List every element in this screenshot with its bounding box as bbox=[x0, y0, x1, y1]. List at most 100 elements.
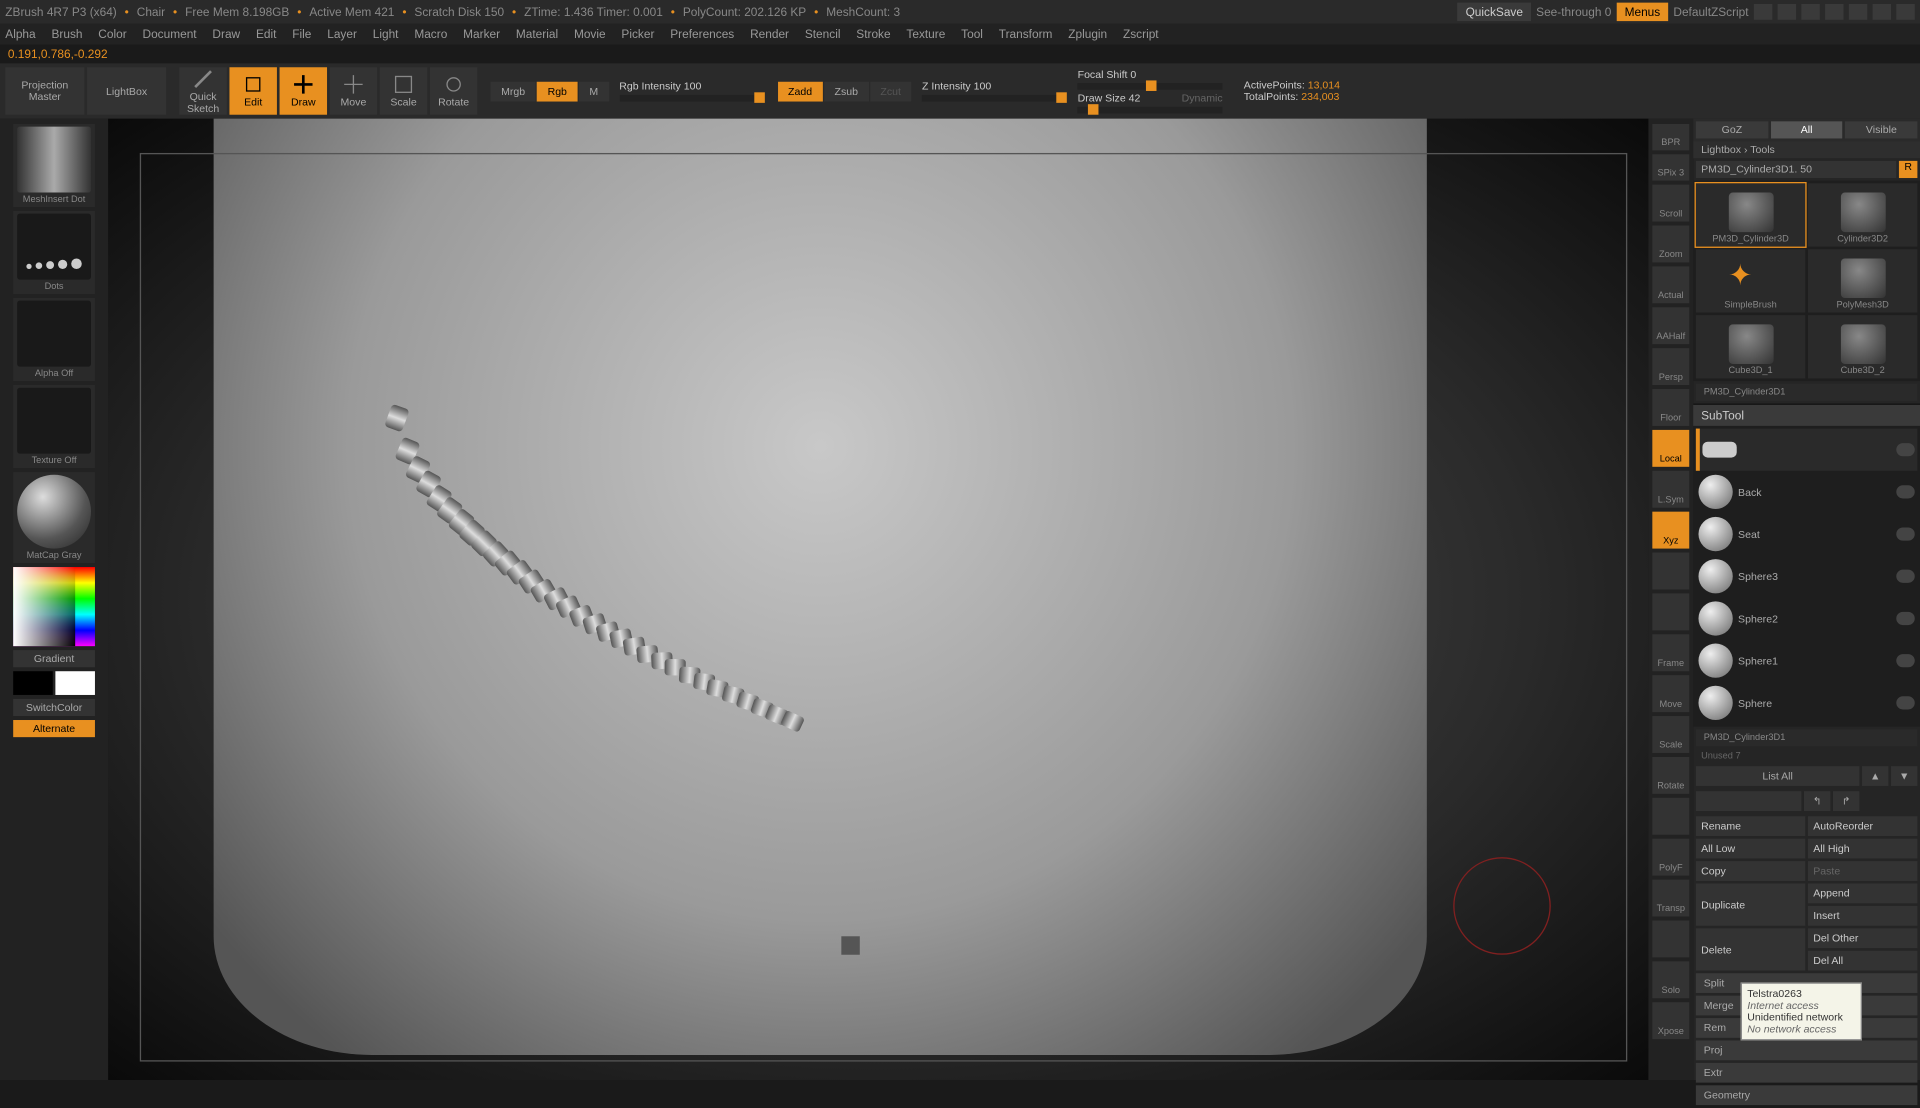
menus-toggle[interactable]: Menus bbox=[1617, 3, 1668, 21]
tool-item[interactable]: Cube3D_2 bbox=[1808, 315, 1917, 378]
project-header[interactable]: Proj bbox=[1696, 1040, 1918, 1060]
stroke-slot[interactable]: Dots bbox=[13, 211, 95, 294]
quick-sketch-button[interactable]: Quick Sketch bbox=[179, 67, 226, 114]
nav-button[interactable] bbox=[1652, 553, 1689, 590]
L.Sym-button[interactable]: L.Sym bbox=[1652, 471, 1689, 508]
visible-button[interactable]: Visible bbox=[1845, 121, 1917, 138]
rgb-intensity-slider[interactable] bbox=[619, 95, 764, 102]
default-zscript[interactable]: DefaultZScript bbox=[1673, 5, 1748, 18]
Move-button[interactable]: Move bbox=[1652, 675, 1689, 712]
subtool-item[interactable]: Sphere2 bbox=[1696, 597, 1918, 639]
Xyz-button[interactable]: Xyz bbox=[1652, 512, 1689, 549]
Frame-button[interactable]: Frame bbox=[1652, 634, 1689, 671]
menu-zplugin[interactable]: Zplugin bbox=[1068, 28, 1107, 41]
subtool-item[interactable] bbox=[1696, 429, 1918, 471]
z-intensity-slider[interactable] bbox=[922, 95, 1067, 102]
append-button[interactable]: Append bbox=[1808, 884, 1917, 904]
menu-edit[interactable]: Edit bbox=[256, 28, 276, 41]
Persp-button[interactable]: Persp bbox=[1652, 348, 1689, 385]
BPR-button[interactable]: BPR bbox=[1652, 124, 1689, 150]
AAHalf-button[interactable]: AAHalf bbox=[1652, 307, 1689, 344]
rotate-button[interactable]: Rotate bbox=[430, 67, 477, 114]
goz-button[interactable]: GoZ bbox=[1696, 121, 1768, 138]
tool-name-field[interactable]: PM3D_Cylinder3D1. 50 bbox=[1696, 161, 1896, 178]
arrow-icon[interactable]: ↰ bbox=[1804, 791, 1830, 811]
menu-transform[interactable]: Transform bbox=[999, 28, 1053, 41]
Transp-button[interactable]: Transp bbox=[1652, 880, 1689, 917]
delete-button[interactable]: Delete bbox=[1696, 928, 1805, 970]
lightbox-button[interactable]: LightBox bbox=[87, 67, 166, 114]
arrow-up-icon[interactable]: ▲ bbox=[1862, 766, 1888, 786]
viewport[interactable] bbox=[108, 119, 1648, 1080]
Rotate-button[interactable]: Rotate bbox=[1652, 757, 1689, 794]
nav-button[interactable] bbox=[1652, 798, 1689, 835]
del-all-button[interactable]: Del All bbox=[1808, 951, 1917, 971]
menu-alpha[interactable]: Alpha bbox=[5, 28, 35, 41]
focal-shift-slider[interactable] bbox=[1078, 83, 1223, 90]
all-high-button[interactable]: All High bbox=[1808, 839, 1917, 859]
menu-draw[interactable]: Draw bbox=[212, 28, 240, 41]
color-swatch-black[interactable] bbox=[13, 671, 53, 695]
quicksave-button[interactable]: QuickSave bbox=[1458, 3, 1531, 21]
gradient-button[interactable]: Gradient bbox=[13, 650, 95, 667]
duplicate-button[interactable]: Duplicate bbox=[1696, 884, 1805, 926]
nav-button[interactable] bbox=[1652, 593, 1689, 630]
arrow-icon[interactable]: ↱ bbox=[1833, 791, 1859, 811]
insert-button[interactable]: Insert bbox=[1808, 906, 1917, 926]
menu-marker[interactable]: Marker bbox=[463, 28, 500, 41]
menu-picker[interactable]: Picker bbox=[621, 28, 654, 41]
edit-button[interactable]: Edit bbox=[229, 67, 276, 114]
material-slot[interactable]: MatCap Gray bbox=[13, 472, 95, 563]
menu-stencil[interactable]: Stencil bbox=[805, 28, 841, 41]
paste-button[interactable]: Paste bbox=[1808, 861, 1917, 881]
move-button[interactable]: Move bbox=[330, 67, 377, 114]
menu-light[interactable]: Light bbox=[373, 28, 399, 41]
m-button[interactable]: M bbox=[579, 81, 609, 101]
minimize-icon[interactable] bbox=[1849, 4, 1867, 20]
Zoom-button[interactable]: Zoom bbox=[1652, 225, 1689, 262]
rename-button[interactable]: Rename bbox=[1696, 816, 1805, 836]
Solo-button[interactable]: Solo bbox=[1652, 961, 1689, 998]
window-icon[interactable] bbox=[1801, 4, 1819, 20]
window-icon[interactable] bbox=[1754, 4, 1772, 20]
subtool-item[interactable]: Sphere bbox=[1696, 682, 1918, 724]
lightbox-crumb[interactable]: Lightbox › Tools bbox=[1693, 141, 1920, 158]
all-button[interactable]: All bbox=[1771, 121, 1843, 138]
menu-texture[interactable]: Texture bbox=[906, 28, 945, 41]
projection-master-button[interactable]: Projection Master bbox=[5, 67, 84, 114]
draw-size-slider[interactable] bbox=[1078, 107, 1223, 114]
subtool-item[interactable]: Seat bbox=[1696, 513, 1918, 555]
Scale-button[interactable]: Scale bbox=[1652, 716, 1689, 753]
menu-movie[interactable]: Movie bbox=[574, 28, 606, 41]
close-icon[interactable] bbox=[1896, 4, 1914, 20]
menu-brush[interactable]: Brush bbox=[51, 28, 82, 41]
subtool-item[interactable]: Sphere3 bbox=[1696, 555, 1918, 597]
menu-material[interactable]: Material bbox=[516, 28, 558, 41]
subtool-item[interactable]: Back bbox=[1696, 471, 1918, 513]
all-low-button[interactable]: All Low bbox=[1696, 839, 1805, 859]
autoreorder-button[interactable]: AutoReorder bbox=[1808, 816, 1917, 836]
menu-zscript[interactable]: Zscript bbox=[1123, 28, 1159, 41]
SPix 3-button[interactable]: SPix 3 bbox=[1652, 154, 1689, 180]
menu-document[interactable]: Document bbox=[143, 28, 197, 41]
subtool-item[interactable]: Sphere1 bbox=[1696, 640, 1918, 682]
tool-item[interactable]: PolyMesh3D bbox=[1808, 249, 1917, 312]
alternate-button[interactable]: Alternate bbox=[13, 720, 95, 737]
Scroll-button[interactable]: Scroll bbox=[1652, 185, 1689, 222]
list-all-button[interactable]: List All bbox=[1696, 766, 1860, 786]
alpha-slot[interactable]: Alpha Off bbox=[13, 298, 95, 381]
Actual-button[interactable]: Actual bbox=[1652, 266, 1689, 303]
switch-color-button[interactable]: SwitchColor bbox=[13, 699, 95, 716]
menu-layer[interactable]: Layer bbox=[327, 28, 357, 41]
PolyF-button[interactable]: PolyF bbox=[1652, 839, 1689, 876]
maximize-icon[interactable] bbox=[1873, 4, 1891, 20]
tool-item[interactable]: PM3D_Cylinder3D bbox=[1696, 183, 1805, 246]
subtool-header[interactable]: SubTool bbox=[1693, 404, 1920, 426]
tool-item[interactable]: SimpleBrush bbox=[1696, 249, 1805, 312]
window-icon[interactable] bbox=[1778, 4, 1796, 20]
zcut-button[interactable]: Zcut bbox=[870, 81, 912, 101]
del-other-button[interactable]: Del Other bbox=[1808, 928, 1917, 948]
brush-slot[interactable]: MeshInsert Dot bbox=[13, 124, 95, 207]
menu-preferences[interactable]: Preferences bbox=[670, 28, 734, 41]
mrgb-button[interactable]: Mrgb bbox=[491, 81, 536, 101]
